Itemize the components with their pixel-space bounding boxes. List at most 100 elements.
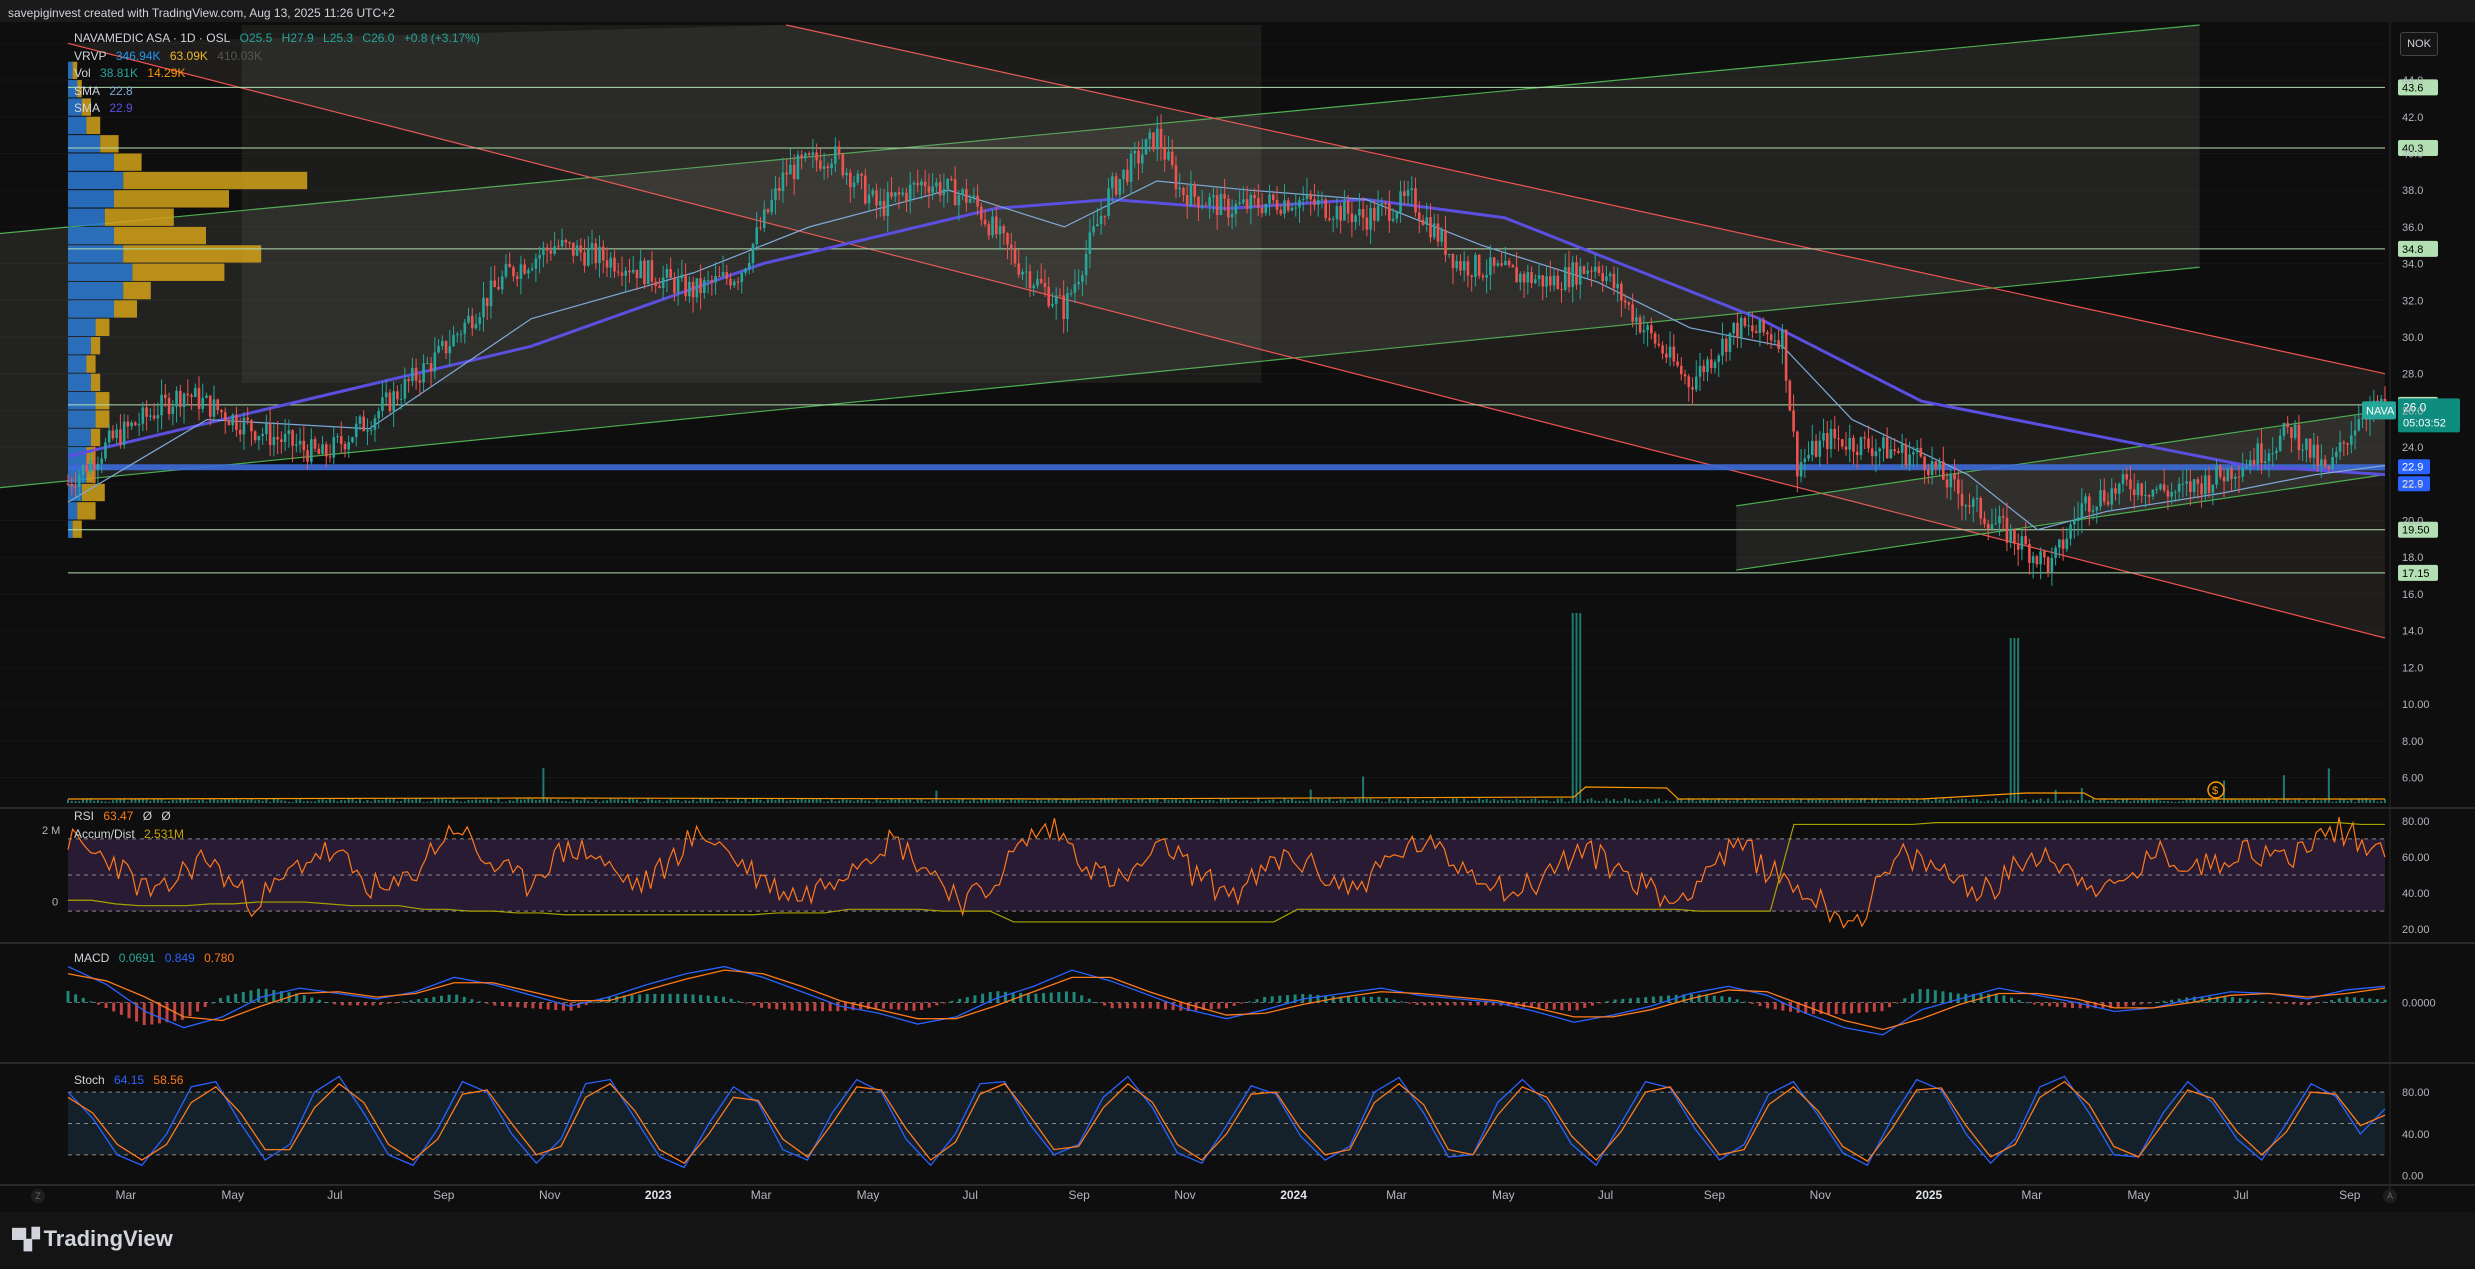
volume-bar [972,798,975,803]
candle-body [2155,489,2158,491]
macd-histogram-bar [2147,1002,2151,1004]
candle-body [1084,253,1088,276]
candle-body [2016,543,2020,550]
candle-body [927,186,931,193]
volume-bar [1631,800,1634,803]
candle-body [362,416,366,432]
candle-body [2058,539,2061,548]
macd-histogram-bar [234,993,238,1003]
vrvp-up-bar [68,355,87,373]
volume-bar [377,799,380,803]
candle-body [935,182,938,187]
candle-body [1814,440,1818,457]
candle-body [560,240,564,247]
candle-body [1485,274,1488,278]
candle-body [1848,437,1852,450]
candle-body [2095,506,2099,511]
macd-histogram-bar [1697,994,1701,1003]
macd-histogram-bar [1362,996,1366,1003]
macd-histogram-bar [1164,1002,1168,1010]
macd-histogram-bar [1537,1002,1541,1009]
candle-body [1915,447,1919,453]
volume-bar [1650,801,1653,803]
time-tick-label: May [857,1188,880,1202]
candle-body [1185,194,1189,206]
macd-histogram-bar [539,1002,543,1009]
volume-bar [1538,800,1541,803]
volume-bar [1448,801,1451,803]
candle-body [1354,215,1357,223]
volume-bar [306,800,309,803]
macd-histogram-bar [1941,991,1945,1003]
volume-bar [1410,801,1413,803]
candle-body [976,195,979,207]
volume-bar [2062,800,2065,803]
macd-histogram-bar [737,1000,741,1003]
volume-bar [291,801,294,803]
time-tick-label: Mar [115,1188,136,1202]
timezone-icon[interactable]: Z [31,1189,45,1203]
volume-bar [198,800,201,803]
volume-bar [534,800,537,803]
volume-bar [460,801,463,803]
candle-body [1077,281,1080,285]
volume-bar [1025,800,1028,803]
candle-body [1275,200,1279,211]
candle-body [878,200,882,206]
macd-histogram-bar [2055,1002,2059,1007]
candle-body [2162,484,2166,491]
candle-body [1691,387,1694,390]
macd-histogram-bar [1575,1002,1579,1011]
macd-histogram-bar [653,993,657,1003]
volume-bar [486,798,489,803]
candle-body [1646,325,1649,331]
candle-body [856,173,860,183]
candle-body [613,257,616,272]
volume-bar [1291,798,1294,803]
volume-bar [677,799,680,803]
candle-body [912,182,916,185]
macd-histogram-bar [1461,1002,1465,1006]
candle-body [658,285,661,289]
macd-histogram-bar [378,1002,382,1005]
vrvp-up-bar [68,318,96,336]
volume-bar [1313,799,1316,803]
vrvp-up-bar [68,153,114,171]
volume-bar [1912,800,1915,803]
volume-bar [2376,801,2379,803]
candle-body [231,414,234,426]
candle-body [1721,338,1724,356]
macd-histogram-bar [836,1002,840,1012]
volume-bar [314,801,317,803]
candle-body [1586,270,1590,274]
macd-histogram-bar [1301,993,1305,1003]
candle-body [1417,212,1421,220]
volume-bar [1642,801,1645,803]
volume-bar [1159,801,1162,803]
candle-body [987,224,991,236]
volume-bar [920,799,923,803]
volume-bar [1380,801,1383,803]
volume-bar [2095,801,2098,803]
volume-bar [1661,801,1664,803]
auto-scale-icon[interactable]: A [2383,1189,2397,1203]
candle-body [2196,479,2200,484]
candle-body [946,178,949,190]
volume-bar [1032,801,1035,803]
candle-body [1328,218,1331,220]
candle-body [1608,273,1612,277]
macd-histogram-bar [1263,996,1267,1003]
volume-bar [561,801,564,803]
vrvp-down-bar [132,263,225,281]
candle-body [826,166,830,169]
volume-bar [1294,800,1297,803]
currency-button[interactable]: NOK [2400,32,2438,56]
vrvp-label: VRVP [74,49,107,63]
volume-bar [1339,799,1342,803]
volume-bar [1706,799,1709,803]
candle-body [504,263,508,277]
volume-bar [1616,800,1619,803]
volume-bar [725,799,728,803]
candle-body [1242,199,1245,203]
volume-bar [1897,799,1900,803]
